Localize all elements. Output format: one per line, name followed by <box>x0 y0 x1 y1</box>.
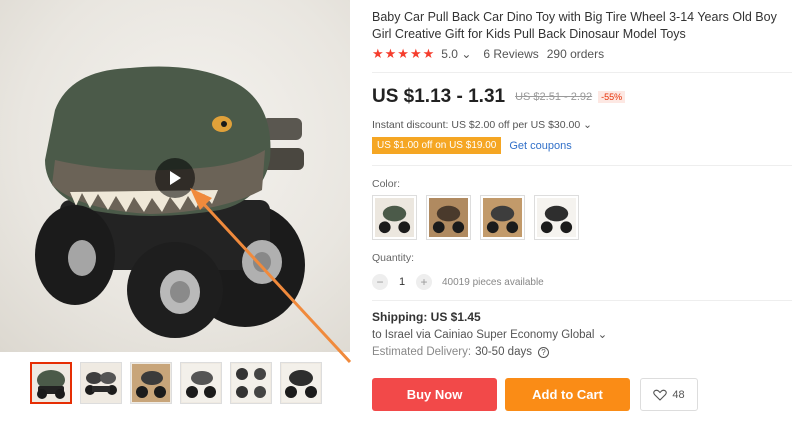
delivery-label: Estimated Delivery: <box>372 346 472 358</box>
quantity-stepper: − 1 + 40019 pieces available <box>372 274 544 290</box>
delivery-value: 30-50 days <box>475 346 532 358</box>
play-icon <box>170 171 181 185</box>
shipping-cost: Shipping: US $1.45 <box>372 310 481 324</box>
reviews-link[interactable]: 6 Reviews <box>483 47 538 61</box>
thumbnail-image <box>282 364 320 402</box>
quantity-input[interactable]: 1 <box>388 276 416 288</box>
color-swatch-1[interactable] <box>372 195 417 240</box>
thumbnail-image <box>232 364 270 402</box>
help-icon[interactable]: ? <box>537 346 549 358</box>
rating-row: ★★★★★ 5.0 ⌄ 6 Reviews 290 orders <box>372 46 604 62</box>
color-swatch-4[interactable] <box>534 195 579 240</box>
rating-value: 5.0 <box>441 47 458 61</box>
thumbnail-2[interactable] <box>80 362 122 404</box>
rating-stars: ★★★★★ <box>372 46 436 61</box>
main-product-image[interactable] <box>0 0 350 352</box>
divider <box>372 300 792 301</box>
wishlist-count: 48 <box>672 388 685 401</box>
available-pieces: 40019 pieces available <box>442 276 544 288</box>
thumbnail-1[interactable] <box>30 362 72 404</box>
add-to-cart-button[interactable]: Add to Cart <box>505 378 630 411</box>
buy-now-button[interactable]: Buy Now <box>372 378 497 411</box>
orders-count: 290 orders <box>546 47 605 61</box>
thumbnail-image <box>132 364 170 402</box>
get-coupons-link[interactable]: Get coupons <box>509 140 571 152</box>
current-price: US $1.13 - 1.31 <box>372 86 506 107</box>
thumbnail-image <box>182 364 220 402</box>
thumbnail-4[interactable] <box>180 362 222 404</box>
heart-icon <box>653 389 668 401</box>
quantity-label: Quantity: <box>372 252 415 264</box>
color-label: Color: <box>372 178 401 190</box>
color-swatch-2[interactable] <box>426 195 471 240</box>
ship-to-selector[interactable]: to Israel via Cainiao Super Economy Glob… <box>372 327 607 341</box>
rating-score[interactable]: 5.0 ⌄ <box>441 47 471 61</box>
divider <box>372 165 792 166</box>
price-row: US $1.13 - 1.31 US $2.51 - 2.92 -55% <box>372 86 626 108</box>
swatch-image <box>429 198 468 237</box>
thumbnail-image <box>85 372 117 395</box>
thumbnail-3[interactable] <box>130 362 172 404</box>
instant-discount[interactable]: Instant discount: US $2.00 off per US $3… <box>372 119 592 131</box>
original-price: US $2.51 - 2.92 <box>515 91 593 103</box>
thumbnail-6[interactable] <box>280 362 322 404</box>
thumbnail-5[interactable] <box>230 362 272 404</box>
wishlist-button[interactable]: 48 <box>640 378 698 411</box>
product-title: Baby Car Pull Back Car Dino Toy with Big… <box>372 10 777 41</box>
swatch-image <box>537 198 576 237</box>
quantity-decrease-button[interactable]: − <box>372 274 388 290</box>
swatch-image <box>483 198 522 237</box>
quantity-increase-button[interactable]: + <box>416 274 432 290</box>
chevron-down-icon: ⌄ <box>461 47 472 61</box>
divider <box>372 72 792 73</box>
play-video-button[interactable] <box>155 158 195 198</box>
swatch-image <box>375 198 414 237</box>
action-buttons: Buy Now Add to Cart 48 <box>372 378 698 411</box>
coupon-row: US $1.00 off on US $19.00 Get coupons <box>372 137 572 154</box>
color-swatch-3[interactable] <box>480 195 525 240</box>
color-swatches <box>372 195 579 240</box>
thumbnail-image <box>37 370 65 399</box>
thumbnail-strip <box>30 362 322 404</box>
estimated-delivery: Estimated Delivery: 30-50 days ? <box>372 346 549 358</box>
coupon-tag: US $1.00 off on US $19.00 <box>372 137 502 154</box>
discount-badge: -55% <box>598 91 626 103</box>
